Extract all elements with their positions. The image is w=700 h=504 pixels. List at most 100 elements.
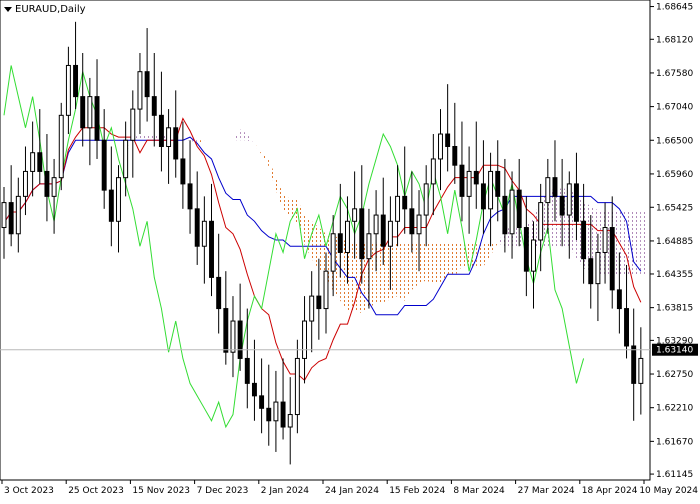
- x-tick-label: 18 Apr 2024: [582, 486, 638, 496]
- price-tag-text: 1.63140: [656, 346, 693, 356]
- candle-body: [309, 295, 315, 322]
- candle-body: [495, 170, 501, 197]
- candle-body: [552, 177, 558, 197]
- y-tick-label: 1.67040: [656, 103, 693, 113]
- candle-body: [523, 227, 529, 272]
- candle-body: [8, 202, 14, 235]
- candle-body: [609, 227, 615, 291]
- x-tick-label: 27 Mar 2024: [518, 486, 575, 496]
- candle-body: [344, 220, 350, 253]
- candle-body: [516, 189, 522, 229]
- candle-body: [581, 220, 587, 260]
- candle-body: [251, 382, 257, 397]
- candle-body: [488, 170, 494, 210]
- y-tick-label: 1.68120: [656, 35, 693, 45]
- candle-body: [480, 183, 486, 210]
- candle-body: [151, 96, 157, 116]
- candle-body: [438, 133, 443, 160]
- x-tick-label: 15 Nov 2023: [132, 486, 190, 496]
- cloud-segment: [419, 243, 427, 284]
- price-chart[interactable]: 1.68645 1.68120 1.67580 1.67040 1.66500 1.659…: [0, 0, 700, 500]
- x-tick-label: 15 Feb 2024: [389, 486, 445, 496]
- cloud-segment: [390, 243, 398, 300]
- cloud-segment: [411, 243, 420, 290]
- candle-body: [366, 233, 372, 260]
- candle-body: [466, 170, 472, 197]
- x-tick-label: 10 May 2024: [639, 486, 698, 496]
- candle-body: [409, 208, 415, 235]
- candle-body: [144, 71, 150, 98]
- price-axis: 1.68645 1.68120 1.67580 1.67040 1.66500 1.659…: [650, 3, 693, 480]
- y-tick-label: 1.64355: [656, 270, 693, 280]
- candle-body: [194, 208, 200, 247]
- candle-body: [445, 133, 451, 147]
- candle-body: [73, 64, 79, 98]
- candle-body: [80, 96, 86, 129]
- candle-body: [509, 189, 515, 235]
- cloud-segment: [447, 243, 455, 276]
- candle-body: [1, 202, 7, 229]
- candle-body: [452, 145, 458, 166]
- candle-body: [402, 195, 408, 210]
- chart-svg: 1.68645 1.68120 1.67580 1.67040 1.66500 1.659…: [0, 0, 698, 496]
- candle-body: [545, 177, 551, 204]
- cloud-segment: [318, 227, 326, 276]
- candle-body: [209, 220, 214, 278]
- candle-body: [287, 414, 293, 428]
- candle-body: [423, 183, 429, 216]
- candle-body: [337, 233, 343, 253]
- candle-body: [166, 127, 172, 147]
- candle-body: [137, 71, 143, 110]
- candle-body: [323, 270, 329, 310]
- candle-body: [65, 64, 71, 116]
- candle-body: [158, 114, 164, 147]
- candle-body: [573, 183, 579, 222]
- candle-body: [473, 170, 479, 185]
- candle-body: [638, 357, 644, 384]
- candle-body: [380, 214, 386, 247]
- candle-body: [595, 251, 601, 285]
- candle-body: [123, 139, 129, 179]
- y-tick-label: 1.62210: [656, 404, 693, 414]
- cloud-segment: [426, 243, 434, 284]
- candle-body: [130, 108, 136, 141]
- cloud-segment: [397, 243, 405, 301]
- cloud-segment: [383, 243, 391, 303]
- symbol-label: EURAUD,Daily: [4, 4, 86, 15]
- y-tick-label: 1.64885: [656, 237, 693, 247]
- candle-body: [173, 127, 179, 160]
- x-tick-label: 3 Oct 2023: [4, 486, 54, 496]
- candle-body: [330, 233, 336, 272]
- candle-body: [44, 170, 50, 197]
- candle-body: [538, 202, 544, 241]
- candle-body: [22, 170, 28, 197]
- candle-body: [259, 395, 265, 409]
- dropdown-triangle-icon: [4, 6, 12, 12]
- candle-body: [180, 158, 186, 185]
- cloud-segment: [347, 243, 355, 311]
- candle-body: [101, 139, 107, 191]
- cloud-segment: [139, 134, 148, 141]
- candle-body: [616, 289, 622, 310]
- candle-body: [631, 345, 637, 384]
- x-tick-label: 25 Oct 2023: [68, 486, 124, 496]
- candle-body: [352, 208, 358, 222]
- candle-body: [187, 183, 193, 210]
- candle-body: [430, 158, 436, 185]
- candle-body: [502, 195, 508, 235]
- candle-body: [459, 164, 465, 197]
- cloud-segment: [633, 210, 641, 275]
- y-tick-label: 1.62750: [656, 370, 693, 380]
- x-tick-label: 2 Jan 2024: [261, 486, 309, 496]
- candle-body: [30, 152, 36, 172]
- cloud-segment: [640, 210, 648, 275]
- candle-body: [395, 195, 401, 222]
- candle-body: [373, 214, 379, 235]
- candle-body: [559, 195, 565, 216]
- time-axis: 3 Oct 2023 25 Oct 2023 15 Nov 2023 7 Dec 20…: [1, 480, 698, 496]
- symbol-text: EURAUD,Daily: [15, 4, 86, 15]
- candle-body: [316, 295, 322, 310]
- candle-body: [531, 239, 536, 272]
- y-tick-label: 1.63815: [656, 304, 693, 314]
- candle-body: [602, 227, 608, 253]
